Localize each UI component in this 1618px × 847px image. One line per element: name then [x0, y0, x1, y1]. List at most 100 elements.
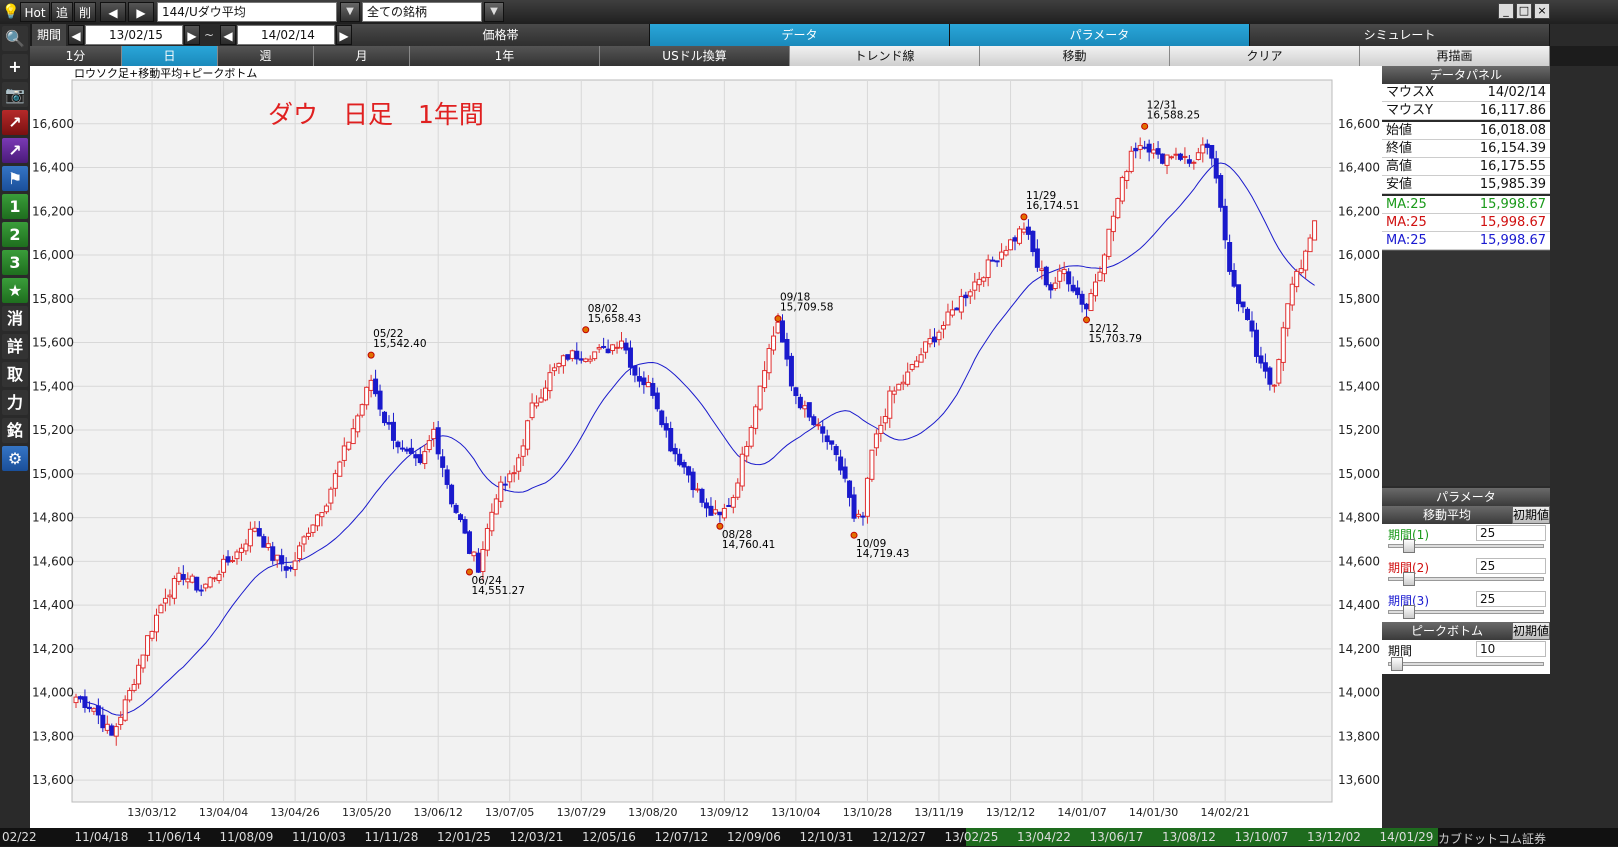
peakbottom-reset-button[interactable]: 初期値 [1512, 622, 1550, 640]
candle-body [1249, 320, 1255, 332]
timeline-date: 13/04/22 [1017, 830, 1071, 844]
peakbottom-period-slider[interactable] [1388, 657, 1544, 671]
slider-knob[interactable] [1403, 572, 1415, 586]
prev-symbol-button[interactable]: ◀ [100, 2, 126, 22]
trendline-button[interactable]: トレンド線 [790, 46, 980, 66]
x-tick-label: 14/01/07 [1057, 806, 1106, 819]
universe-field[interactable]: 全ての銘柄 [362, 2, 482, 22]
add-button[interactable]: 追 [51, 2, 73, 22]
candle-body [744, 445, 750, 457]
candle-body [605, 348, 611, 354]
tab-parameter[interactable]: パラメータ [950, 24, 1250, 46]
detail-icon[interactable]: 詳 [2, 334, 28, 359]
candle-body [180, 574, 186, 580]
minimize-icon[interactable]: _ [1498, 3, 1514, 19]
candle-body [265, 543, 271, 548]
camera-icon[interactable]: 📷 [2, 82, 28, 107]
tab-price-band[interactable]: 価格帯 [352, 24, 650, 46]
chart-purple-icon[interactable]: ↗ [2, 138, 28, 163]
candlestick-chart[interactable]: 05/2215,542.4006/2414,551.2708/0215,658.… [30, 66, 1382, 828]
ma-period-slider[interactable] [1388, 572, 1544, 586]
star-icon[interactable]: ★ [2, 278, 28, 303]
tab-simulate[interactable]: シミュレート [1250, 24, 1550, 46]
candle-body [1092, 281, 1098, 297]
timeline-date: 11/08/09 [219, 830, 274, 844]
data-value: 15,985.39 [1479, 177, 1546, 192]
candle-body [1003, 249, 1009, 256]
candle-body [1066, 271, 1072, 285]
date-from-field[interactable]: 13/02/15 [85, 25, 183, 45]
crosshair-icon[interactable]: + [2, 54, 28, 79]
move-button[interactable]: 移動 [980, 46, 1170, 66]
date-from-next-button[interactable]: ▶ [184, 25, 200, 45]
chart-red-icon[interactable]: ↗ [2, 110, 28, 135]
three-icon[interactable]: 3 [2, 250, 28, 275]
delete-button[interactable]: 削 [74, 2, 96, 22]
ma-period-input[interactable]: 25 [1476, 591, 1546, 607]
candle-body [314, 514, 320, 527]
date-to-next-button[interactable]: ▶ [336, 25, 352, 45]
candle-body [301, 536, 307, 545]
redraw-button[interactable]: 再描画 [1360, 46, 1550, 66]
usd-convert-button[interactable]: USドル換算 [600, 46, 790, 66]
ma-period-slider[interactable] [1388, 539, 1544, 553]
close-icon[interactable]: × [1534, 3, 1550, 19]
date-from-prev-button[interactable]: ◀ [68, 25, 84, 45]
hot-button[interactable]: Hot [20, 2, 50, 22]
tab-weekly[interactable]: 週 [218, 46, 314, 66]
candle-body [569, 350, 575, 359]
candle-body [203, 583, 209, 589]
candle-body [802, 405, 808, 410]
candle-body [721, 507, 727, 519]
tab-1year[interactable]: 1年 [410, 46, 600, 66]
take-icon[interactable]: 取 [2, 362, 28, 387]
two-icon[interactable]: 2 [2, 222, 28, 247]
symbol-field[interactable]: 144/Uダウ平均 [157, 2, 337, 22]
data-panel-blank [1382, 250, 1550, 486]
symbol-icon[interactable]: 銘 [2, 418, 28, 443]
candle-body [1307, 237, 1313, 253]
universe-dropdown-icon[interactable]: ▼ [484, 2, 504, 22]
power-icon[interactable]: 力 [2, 390, 28, 415]
tab-daily[interactable]: 日 [122, 46, 218, 66]
symbol-dropdown-icon[interactable]: ▼ [340, 2, 360, 22]
candle-body [1079, 293, 1085, 305]
one-icon[interactable]: 1 [2, 194, 28, 219]
tab-data[interactable]: データ [650, 24, 950, 46]
peak-value-label: 16,174.51 [1026, 200, 1079, 212]
clear-button[interactable]: クリア [1170, 46, 1360, 66]
next-symbol-button[interactable]: ▶ [128, 2, 154, 22]
chart-annotation: ダウ 日足 1年間 [268, 100, 484, 129]
bottom-value-label: 14,551.27 [471, 585, 524, 597]
chart-area[interactable]: 05/22 15,542.40 06/24 14,551.27 08/02 15,658.… [30, 66, 1382, 828]
slider-knob[interactable] [1403, 605, 1415, 619]
gear-icon[interactable]: ⚙ [2, 446, 28, 471]
tab-1min[interactable]: 1分 [30, 46, 122, 66]
candle-body [247, 528, 253, 547]
candle-body [534, 402, 540, 407]
maximize-icon[interactable]: □ [1516, 3, 1532, 19]
peakbottom-period-input[interactable]: 10 [1476, 641, 1546, 657]
y-tick-label-left: 16,000 [32, 248, 74, 262]
peak-marker [1141, 122, 1149, 130]
candle-body [641, 377, 647, 386]
bulb-icon[interactable]: 💡 [2, 2, 19, 22]
date-to-prev-button[interactable]: ◀ [220, 25, 236, 45]
candle-body [100, 714, 106, 729]
erase-icon[interactable]: 消 [2, 306, 28, 331]
tab-monthly[interactable]: 月 [314, 46, 410, 66]
candle-body [1289, 283, 1295, 306]
date-to-field[interactable]: 14/02/14 [237, 25, 335, 45]
zoom-icon[interactable]: 🔍 [2, 26, 28, 51]
ma-period-input[interactable]: 25 [1476, 558, 1546, 574]
candle-body [462, 519, 468, 534]
bottom-timeline[interactable]: 02/22 11/04/18 11/06/14 11/08/09 11/10/03 11/… [0, 828, 1618, 846]
ma-reset-button[interactable]: 初期値 [1512, 506, 1550, 524]
candle-body [1061, 268, 1067, 275]
flag-icon[interactable]: ⚑ [2, 166, 28, 191]
candle-body [221, 558, 227, 573]
ma-period-slider[interactable] [1388, 605, 1544, 619]
slider-knob[interactable] [1403, 539, 1415, 553]
ma-period-input[interactable]: 25 [1476, 525, 1546, 541]
slider-knob[interactable] [1391, 657, 1403, 671]
